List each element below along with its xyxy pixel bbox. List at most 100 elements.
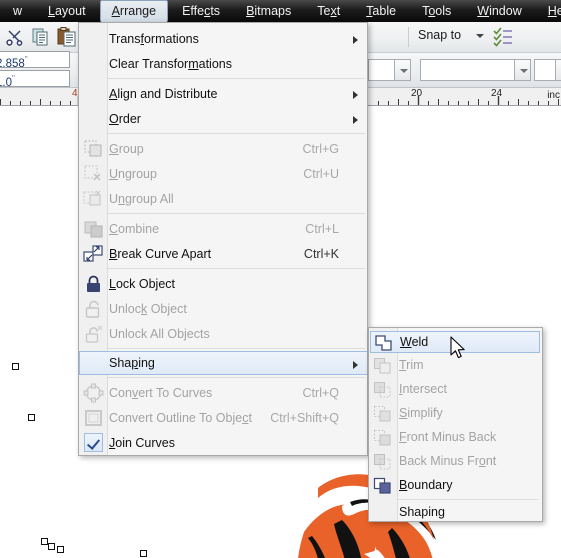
menu-item-label: Unlock All Objects	[109, 327, 210, 341]
menu-item-label: Transformations	[109, 32, 199, 46]
menubar-item-layout[interactable]: Layout	[36, 0, 98, 22]
intersect-icon	[373, 381, 393, 399]
object-height-unit: "	[12, 74, 15, 83]
menu-item-unlock-all-objects[interactable]: Unlock All Objects	[80, 322, 367, 346]
snap-to-label[interactable]: Snap to	[418, 28, 461, 42]
menu-item-label: Order	[109, 112, 141, 126]
submenu-item-front-minus-back[interactable]: Front Minus Back	[370, 427, 542, 449]
menubar-item-help[interactable]: Help	[536, 0, 561, 22]
snap-options-icon[interactable]	[492, 26, 514, 48]
menu-item-label: Convert To Curves	[109, 386, 213, 400]
menubar-item-window[interactable]: Window	[465, 0, 533, 22]
ungroup-all-icon	[83, 189, 104, 209]
menu-item-label: Ungroup All	[109, 192, 174, 206]
size-combo[interactable]	[534, 59, 556, 81]
menu-item-align-and-distribute[interactable]: Align and Distribute	[80, 82, 367, 106]
checkbox-checked-icon[interactable]	[84, 433, 103, 452]
submenu-arrow-icon	[353, 36, 358, 44]
menu-item-combine[interactable]: Combine Ctrl+L	[80, 217, 367, 241]
node-handle[interactable]	[48, 543, 55, 550]
menu-item-accel: Ctrl+U	[303, 167, 339, 181]
break-apart-icon	[83, 244, 104, 264]
menu-item-ungroup[interactable]: Ungroup Ctrl+U	[80, 162, 367, 186]
menu-item-label: Break Curve Apart	[109, 247, 212, 261]
node-handle[interactable]	[57, 546, 64, 553]
font-combo-arrow[interactable]	[514, 59, 531, 81]
menu-item-group[interactable]: Group Ctrl+G	[80, 137, 367, 161]
node-handle[interactable]	[41, 538, 48, 545]
submenu-item-label: Weld	[400, 335, 429, 349]
menu-item-label: Align and Distribute	[109, 87, 218, 101]
back-minus-front-icon	[373, 453, 393, 471]
convert-curves-icon	[83, 383, 104, 403]
menu-item-label: Group	[109, 142, 144, 156]
menu-item-convert-to-curves[interactable]: Convert To Curves Ctrl+Q	[80, 381, 367, 405]
submenu-item-label: Boundary	[399, 478, 453, 492]
menu-separator	[108, 213, 365, 214]
paste-icon[interactable]	[56, 26, 78, 48]
boundary-icon	[373, 477, 393, 495]
menu-item-accel: Ctrl+K	[303, 247, 339, 261]
menubar-item-text[interactable]: Text	[305, 0, 352, 22]
menu-item-lock-object[interactable]: Lock Object	[80, 272, 367, 296]
menu-separator	[108, 348, 365, 349]
mouse-cursor	[450, 336, 465, 359]
object-width-unit: "	[24, 55, 28, 64]
submenu-item-intersect[interactable]: Intersect	[370, 379, 542, 401]
outline-width-combo[interactable]	[368, 59, 395, 81]
menubar-item-effects[interactable]: Effects	[170, 0, 232, 22]
copy-icon[interactable]	[30, 26, 52, 48]
submenu-item-shaping-docker[interactable]: Shaping	[370, 502, 542, 521]
submenu-item-label: Back Minus Front	[399, 454, 497, 468]
node-handle[interactable]	[140, 550, 147, 557]
object-width-value: 2.858	[0, 57, 25, 70]
ruler-label-20: 20	[411, 88, 423, 99]
submenu-separator	[398, 499, 538, 500]
menubar-item-w[interactable]: w	[1, 0, 34, 22]
submenu-item-back-minus-front[interactable]: Back Minus Front	[370, 451, 542, 473]
menu-separator	[108, 377, 365, 378]
menu-item-accel: Ctrl+Q	[302, 386, 339, 400]
submenu-item-label: Simplify	[399, 406, 443, 420]
submenu-item-label: Intersect	[399, 382, 447, 396]
lock-icon	[83, 274, 104, 294]
unlock-icon	[83, 299, 104, 319]
submenu-arrow-icon	[353, 116, 358, 124]
menu-item-label: Lock Object	[109, 277, 176, 291]
menu-item-unlock-object[interactable]: Unlock Object	[80, 297, 367, 321]
submenu-item-simplify[interactable]: Simplify	[370, 403, 542, 425]
menu-item-join-curves[interactable]: Join Curves	[80, 431, 367, 455]
menu-item-order[interactable]: Order	[80, 107, 367, 131]
cut-scissors-icon[interactable]	[4, 26, 26, 48]
font-combo[interactable]	[420, 59, 515, 81]
menu-separator	[108, 133, 365, 134]
menubar-item-bitmaps[interactable]: Bitmaps	[234, 0, 303, 22]
submenu-item-boundary[interactable]: Boundary	[370, 475, 542, 497]
menu-item-convert-outline-to-object[interactable]: Convert Outline To Object Ctrl+Shift+Q	[80, 406, 367, 430]
menubar-item-arrange[interactable]: Arrange	[99, 0, 169, 22]
menu-separator	[108, 268, 365, 269]
trim-icon	[373, 357, 393, 375]
menu-separator	[108, 78, 365, 79]
outline-width-combo-arrow[interactable]	[394, 59, 411, 81]
object-width-field[interactable]: 2.858"	[0, 51, 70, 70]
submenu-arrow-icon	[353, 91, 358, 99]
front-minus-back-icon	[373, 429, 393, 447]
menu-item-transformations[interactable]: Transformations	[80, 27, 367, 51]
menu-item-ungroup-all[interactable]: Ungroup All	[80, 187, 367, 211]
menubar-item-tools[interactable]: Tools	[410, 0, 463, 22]
object-height-field[interactable]: 1.0"	[0, 70, 70, 89]
node-handle[interactable]	[28, 414, 35, 421]
menu-item-break-curve-apart[interactable]: Break Curve Apart Ctrl+K	[80, 242, 367, 266]
weld-icon	[374, 334, 394, 352]
simplify-icon	[373, 405, 393, 423]
chevron-down-icon[interactable]	[476, 34, 484, 38]
menu-item-label: Unlock Object	[109, 302, 187, 316]
toolbar-separator-2	[408, 27, 409, 47]
node-handle[interactable]	[12, 363, 19, 370]
arrange-dropdown-menu[interactable]: Transformations Clear Transformations Al…	[78, 22, 368, 456]
menubar-item-table[interactable]: Table	[354, 0, 408, 22]
size-combo-arrow[interactable]	[555, 59, 561, 81]
menu-item-clear-transformations[interactable]: Clear Transformations	[80, 52, 367, 76]
menu-item-shaping[interactable]: Shaping	[79, 351, 367, 375]
